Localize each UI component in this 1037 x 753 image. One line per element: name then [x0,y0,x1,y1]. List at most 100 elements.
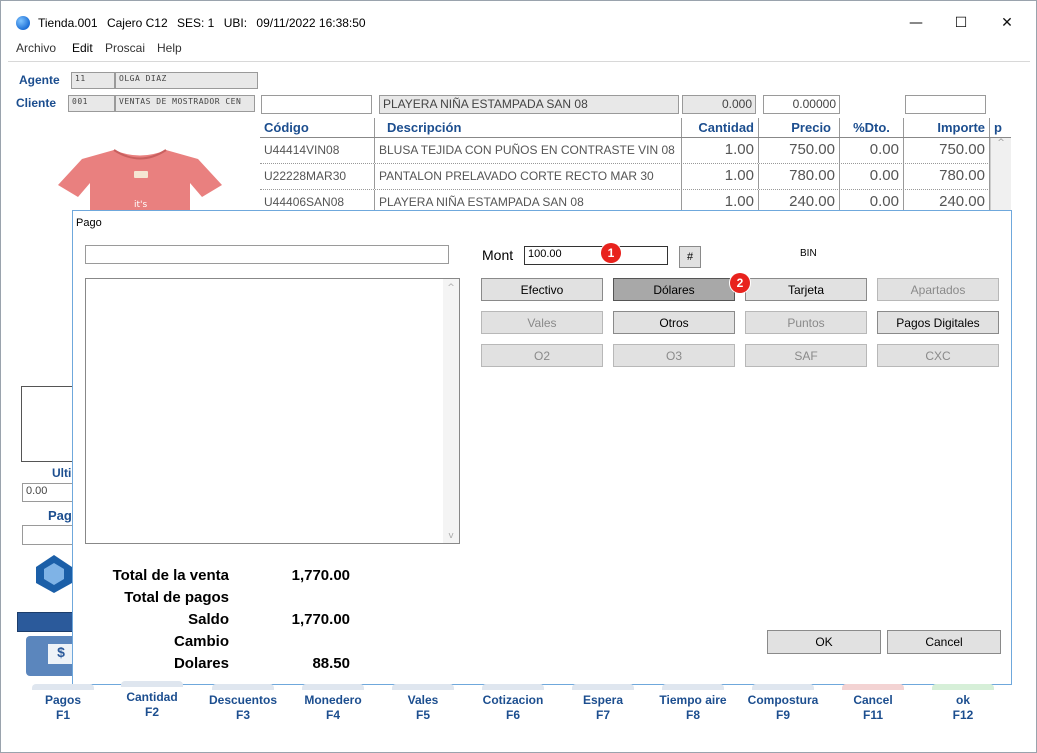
cxc-button[interactable]: CXC [877,344,999,367]
annotation-badge-1: 1 [601,243,621,263]
minimize-button[interactable]: — [893,8,939,38]
cell-cantidad: 1.00 [682,138,759,163]
pagos-digitales-button[interactable]: Pagos Digitales [877,311,999,334]
col-dto[interactable]: %Dto. [840,118,904,137]
fkey-monedero[interactable]: Monedero F4 [288,684,378,723]
fkey-cantidad[interactable]: Cantidad F2 [107,681,197,720]
fkey-cotizacion[interactable]: Cotizacion F6 [468,684,558,723]
tarjeta-button[interactable]: Tarjeta [745,278,867,301]
app-name: Tienda.001 [38,16,98,30]
puntos-button[interactable]: Puntos [745,311,867,334]
saldo-label: Saldo [188,611,229,628]
grid-header: Código Descripción Cantidad Precio %Dto.… [260,118,1011,138]
fkey-key: F9 [775,708,790,722]
col-codigo[interactable]: Código [260,118,375,137]
cell-precio: 750.00 [759,138,840,163]
list-scrollbar[interactable]: ^ v [443,279,459,543]
fkey-vales[interactable]: Vales F5 [378,684,468,723]
cliente-name-field: VENTAS DE MOSTRADOR CEN [115,95,255,112]
left-blue-bar [17,612,75,632]
total-venta-value: 1,770.00 [291,567,350,584]
fkey-compostura[interactable]: Compostura F9 [738,684,828,723]
col-importe[interactable]: Importe [904,118,990,137]
menu-archivo[interactable]: Archivo [16,41,56,55]
session-label: SES: 1 [177,16,215,30]
logo-icon [34,553,74,593]
col-precio[interactable]: Precio [759,118,840,137]
price-field[interactable]: 0.00000 [763,95,840,114]
fkey-key: F7 [595,708,610,722]
fkey-descuentos[interactable]: Descuentos F3 [198,684,288,723]
fkey-pagos[interactable]: Pagos F1 [18,684,108,723]
col-descripcion[interactable]: Descripción [375,118,682,137]
title-bar: Tienda.001 Cajero C12 SES: 1 UBI: 09/11/… [0,0,1037,38]
bin-label: BIN [800,248,817,259]
apartados-button[interactable]: Apartados [877,278,999,301]
fkey-tiempo-aire[interactable]: Tiempo aire F8 [648,684,738,723]
close-button[interactable]: ✕ [984,8,1030,38]
dolares-label: Dolares [173,655,229,672]
fkey-label: Pagos [44,693,81,707]
cell-descripcion: PANTALON PRELAVADO CORTE RECTO MAR 30 [375,164,682,189]
table-row[interactable]: U22228MAR30 PANTALON PRELAVADO CORTE REC… [260,164,990,190]
fkey-key: F4 [325,708,340,722]
dolares-value: 88.50 [312,655,350,672]
fkey-tab [121,681,183,687]
scroll-up-icon[interactable]: ^ [443,283,459,293]
fkey-key: F6 [505,708,520,722]
fkey-ok[interactable]: ok F12 [918,684,1008,723]
cell-importe: 750.00 [904,138,990,163]
cliente-code-field[interactable]: 001 [68,95,115,112]
col-cantidad[interactable]: Cantidad [682,118,759,137]
menu-divider [8,61,1030,62]
cell-dto: 0.00 [840,138,904,163]
dolares-button[interactable]: Dólares [613,278,735,301]
cell-importe: 780.00 [904,164,990,189]
agente-code-field[interactable]: 11 [71,72,115,89]
fkey-key: F12 [952,708,974,722]
grid-scrollbar[interactable]: ^ [990,138,1011,218]
fkey-tab [302,684,364,690]
cancel-button[interactable]: Cancel [887,630,1001,654]
fkey-tab [572,684,634,690]
fkey-espera[interactable]: Espera F7 [558,684,648,723]
mont-input[interactable]: 100.00 [524,246,668,265]
payment-list[interactable]: ^ v [85,278,460,544]
menu-help[interactable]: Help [157,41,182,55]
fkey-label: Cancel [853,693,893,707]
o3-button[interactable]: O3 [613,344,735,367]
vales-button[interactable]: Vales [481,311,603,334]
fkey-tab [662,684,724,690]
extra-field[interactable] [905,95,986,114]
menu-edit[interactable]: Edit [72,41,93,55]
fkey-key: F3 [235,708,250,722]
total-venta-label: Total de la venta [112,567,229,584]
payment-dialog: Pago ^ v Mont 100.00 1 # BIN Efectivo Dó… [72,210,1012,685]
product-search-input[interactable] [261,95,372,114]
maximize-button[interactable]: ☐ [938,8,984,38]
items-grid: Código Descripción Cantidad Precio %Dto.… [260,118,1011,218]
fkey-label: Descuentos [208,693,278,707]
globe-icon [16,16,30,30]
pago-value-field [22,525,77,545]
fkey-label: ok [955,693,970,707]
fkey-cancel[interactable]: Cancel F11 [828,684,918,723]
cashier-label: Cajero C12 [106,16,168,30]
scroll-up-icon[interactable]: ^ [991,138,1011,148]
saf-button[interactable]: SAF [745,344,867,367]
product-image: it's [52,145,227,215]
scroll-down-icon[interactable]: v [443,531,459,541]
window-title: Tienda.001 Cajero C12 SES: 1 UBI: 09/11/… [38,16,372,30]
hash-button[interactable]: # [679,246,701,268]
fkey-label: Tiempo aire [659,693,727,707]
ok-button[interactable]: OK [767,630,881,654]
efectivo-button[interactable]: Efectivo [481,278,603,301]
menu-proscai[interactable]: Proscai [105,41,145,55]
cell-cantidad: 1.00 [682,164,759,189]
fkey-tab [752,684,814,690]
otros-button[interactable]: Otros [613,311,735,334]
o2-button[interactable]: O2 [481,344,603,367]
table-row[interactable]: U44414VIN08 BLUSA TEJIDA CON PUÑOS EN CO… [260,138,990,164]
payment-reference-input[interactable] [85,245,449,264]
col-p[interactable]: p [990,118,1011,137]
